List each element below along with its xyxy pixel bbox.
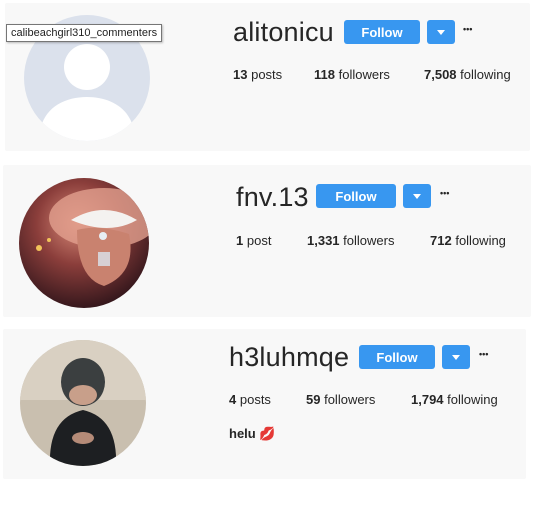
followers-stat[interactable]: 118 followers xyxy=(314,67,390,82)
followers-stat[interactable]: 59 followers xyxy=(306,392,375,407)
bio-text: helu xyxy=(229,426,256,441)
username[interactable]: alitonicu xyxy=(233,17,334,48)
hover-tooltip: calibeachgirl310_commenters xyxy=(6,24,163,42)
caret-down-icon xyxy=(437,29,445,35)
profile-avatar[interactable] xyxy=(19,178,149,308)
tongue-photo-avatar xyxy=(19,178,149,308)
profile-avatar[interactable] xyxy=(20,340,146,466)
more-options-icon[interactable]: ••• xyxy=(440,188,449,198)
following-stat[interactable]: 7,508 following xyxy=(424,67,511,82)
following-stat[interactable]: 712 following xyxy=(430,233,506,248)
posts-stat: 4 posts xyxy=(229,392,271,407)
more-options-icon[interactable]: ••• xyxy=(463,24,472,34)
username[interactable]: h3luhmqe xyxy=(229,342,349,373)
dropdown-button[interactable] xyxy=(427,20,455,44)
caret-down-icon xyxy=(413,193,421,199)
dropdown-button[interactable] xyxy=(403,184,431,208)
followers-stat[interactable]: 1,331 followers xyxy=(307,233,394,248)
following-stat[interactable]: 1,794 following xyxy=(411,392,498,407)
person-photo-avatar xyxy=(20,340,146,466)
follow-button[interactable]: Follow xyxy=(344,20,420,44)
follow-button[interactable]: Follow xyxy=(316,184,396,208)
dropdown-button[interactable] xyxy=(442,345,470,369)
profile-bio: helu 💋 xyxy=(229,426,276,442)
username[interactable]: fnv.13 xyxy=(236,182,309,213)
posts-stat: 13 posts xyxy=(233,67,283,82)
caret-down-icon xyxy=(452,354,460,360)
follow-button[interactable]: Follow xyxy=(359,345,435,369)
posts-stat: 1 post xyxy=(236,233,272,248)
more-options-icon[interactable]: ••• xyxy=(479,349,488,359)
kiss-lips-icon: 💋 xyxy=(259,426,276,441)
